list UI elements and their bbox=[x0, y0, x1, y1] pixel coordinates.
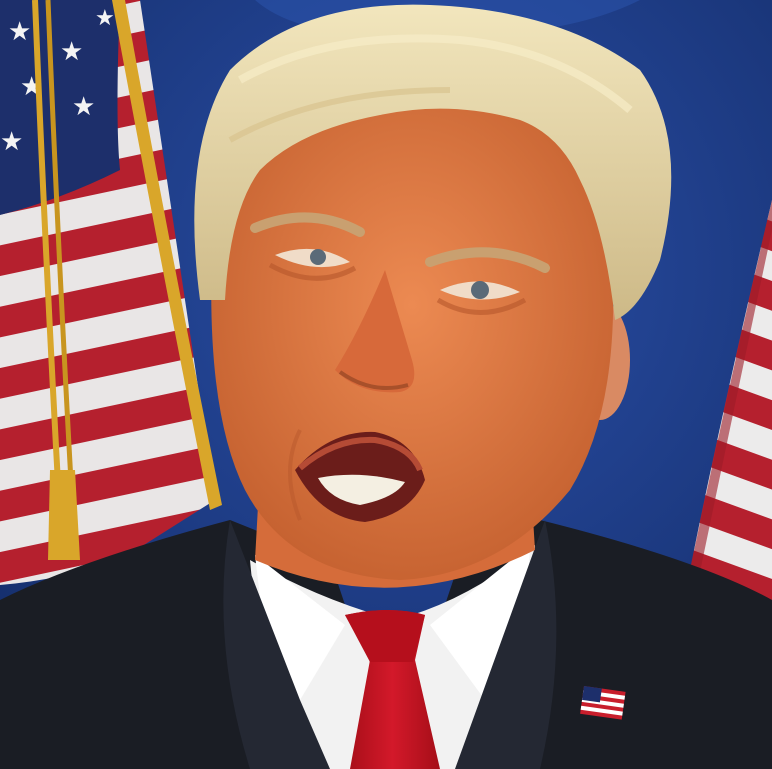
flag-star: ★ bbox=[72, 92, 95, 122]
scene: ★ ★ ★ ★ ★ ★ bbox=[0, 0, 772, 769]
flag-star: ★ bbox=[95, 6, 115, 31]
flag-star: ★ bbox=[0, 127, 23, 157]
pupil-right bbox=[471, 281, 489, 299]
flag-tassel bbox=[48, 470, 80, 560]
flag-star: ★ bbox=[60, 37, 83, 67]
flag-star: ★ bbox=[8, 17, 31, 47]
pupil-left bbox=[310, 249, 326, 265]
flag-lapel-pin bbox=[580, 686, 626, 720]
